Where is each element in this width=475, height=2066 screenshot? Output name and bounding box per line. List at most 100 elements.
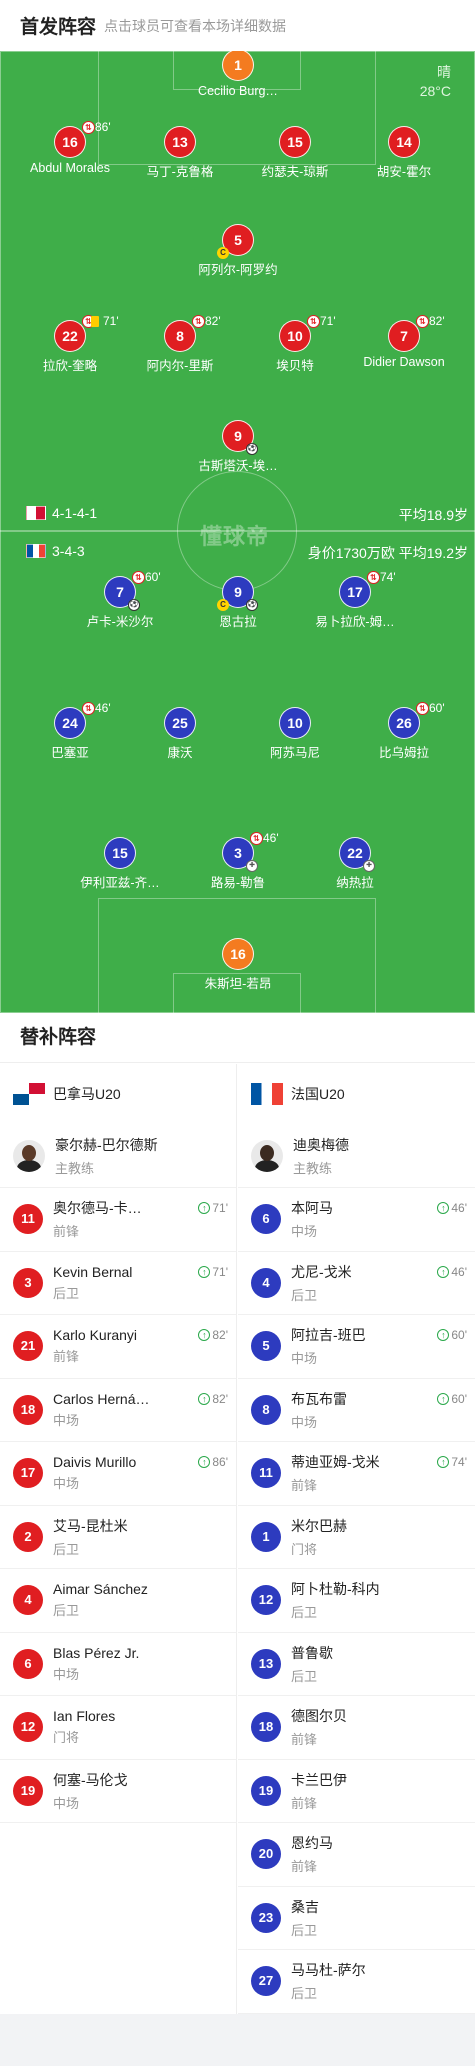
sub-player-row[interactable]: 23 桑吉 后卫 [238,1887,475,1950]
sub-player-row[interactable]: 6 本阿马 中场 ↑ 46' [238,1188,475,1252]
france-flag-icon [251,1083,283,1105]
home-team-info: 平均18.9岁 [398,507,468,523]
away-player-5[interactable]: 25 康沃 [125,707,235,761]
substitution-in: ↑ 71' [198,1201,228,1215]
pitch: 晴 28°C 懂球帝 4-1-4-1 平均18.9岁 3-4-3 身价1730万… [0,51,475,1013]
sub-player-row[interactable]: 20 恩约马 前锋 [238,1823,475,1887]
substitution-out-icon: ⇅ [367,571,380,584]
substitution-minute: 71' [212,1264,228,1279]
home-player-10[interactable]: 7 ⇅ 82' Didier Dawson [349,314,459,369]
away-team-name: 法国U20 [291,1086,345,1102]
player-number: 18 [13,1394,43,1425]
sub-player-row[interactable]: 8 布瓦布雷 中场 ↑ 60' [238,1379,475,1442]
player-number: 10 ⇅ 71' [279,314,336,352]
substitutes-title: 替补阵容 [0,1013,475,1063]
away-player-9[interactable]: 3 ⇅ 46' ✚ 路易-勒鲁 [183,831,293,891]
away-player-7[interactable]: 26 ⇅ 60' 比乌姆拉 [349,701,459,761]
substitution-minute: 74' [380,570,396,584]
lineup-header: 首发阵容 点击球员可查看本场详细数据 [0,0,475,51]
home-player-4[interactable]: 15 约瑟夫-琼斯 [240,126,350,180]
home-player-1[interactable]: 1 Cecilio Burg… [183,51,293,98]
player-name: 恩古拉 [219,615,257,629]
substitution-out-icon: ⇅ [82,702,95,715]
home-team-name: 巴拿马U20 [53,1086,121,1102]
away-player-4[interactable]: 24 ⇅ 46' 巴塞亚 [15,701,125,761]
substitution-in: ↑ 82' [198,1392,228,1406]
player-name: 约瑟夫-琼斯 [261,165,329,179]
sub-player-row[interactable]: 6 Blas Pérez Jr. 中场 [0,1633,236,1696]
sub-player-row[interactable]: 18 德图尔贝 前锋 [238,1696,475,1760]
substitution-in-icon: ↑ [437,1456,450,1468]
sub-player-row[interactable]: 21 Karlo Kuranyi 前锋 ↑ 82' [0,1315,236,1379]
home-player-9[interactable]: 10 ⇅ 71' 埃贝特 [240,314,350,374]
substitutes-section: 替补阵容 巴拿马U20 豪尔赫-巴尔德斯 主教练 11 奥尔德马-卡… 前锋 ↑ 71'… [0,1013,475,2014]
away-player-1[interactable]: 7 ⇅ 60' ⚽ 卢卡-米沙尔 [65,570,175,630]
substitution-in: ↑ 46' [437,1201,467,1215]
away-player-8[interactable]: 15 伊利亚兹-齐… [65,837,175,891]
captain-icon: C [217,599,229,611]
substitution-out-icon: ⇅ [416,315,429,328]
sub-player-row[interactable]: 13 普鲁歇 后卫 [238,1633,475,1696]
substitution-minute: 86' [95,120,111,134]
home-subs-column: 巴拿马U20 豪尔赫-巴尔德斯 主教练 11 奥尔德马-卡… 前锋 ↑ 71' 3 Kevi… [0,1064,237,2014]
sub-player-row[interactable]: 17 Daivis Murillo 中场 ↑ 86' [0,1442,236,1506]
sub-player-row[interactable]: 19 卡兰巴伊 前锋 [238,1760,475,1823]
away-player-10[interactable]: 22 ✚ 纳热拉 [300,837,410,891]
sub-player-row[interactable]: 4 Aimar Sánchez 后卫 [0,1569,236,1633]
away-formation: 3-4-3 [26,543,85,559]
substitution-in-icon: ↑ [437,1392,450,1405]
player-name: 比乌姆拉 [378,746,429,760]
sub-player-row[interactable]: 18 Carlos Herná… 中场 ↑ 82' [0,1379,236,1442]
sub-player-row[interactable]: 2 艾马-昆杜米 后卫 [0,1506,236,1569]
player-number: 11 [251,1458,281,1489]
sub-player-row[interactable]: 11 蒂迪亚姆-戈米 前锋 ↑ 74' [238,1442,475,1506]
sub-player-row[interactable]: 5 阿拉吉-班巴 中场 ↑ 60' [238,1315,475,1379]
player-number: 13 [164,126,196,158]
sub-player-row[interactable]: 12 阿卜杜勒-科内 后卫 [238,1569,475,1633]
player-number: 24 ⇅ 46' [54,701,111,739]
away-player-2[interactable]: 9 C ⚽ 恩古拉 [183,576,293,630]
substitution-in: ↑ 82' [198,1328,228,1342]
player-number: 23 [251,1902,281,1933]
home-player-7[interactable]: 22 ⇅ 71' 拉欣-奎略 [15,314,125,374]
home-coach[interactable]: 豪尔赫-巴尔德斯 主教练 [0,1124,236,1188]
home-player-8[interactable]: 8 ⇅ 82' 阿内尔-里斯 [125,314,235,374]
home-player-5[interactable]: 14 胡安-霍尔 [349,126,459,180]
sub-player-row[interactable]: 12 Ian Flores 门将 [0,1696,236,1760]
player-number: 8 ⇅ 82' [164,314,221,352]
player-position: 后卫 [53,1541,80,1557]
player-name: Kevin Bernal [53,1263,133,1280]
player-name: Didier Dawson [363,355,445,369]
away-player-3[interactable]: 17 ⇅ 74' 易卜拉欣-姆… [300,570,410,630]
away-player-6[interactable]: 10 阿苏马尼 [240,707,350,761]
injury-icon: ✚ [363,860,375,872]
sub-player-row[interactable]: 3 Kevin Bernal 后卫 ↑ 71' [0,1252,236,1315]
substitution-minute: 74' [451,1455,467,1469]
coach-name: 迪奥梅德 [293,1136,349,1153]
away-player-11[interactable]: 16 朱斯坦-若昂 [183,938,293,992]
home-player-11[interactable]: 9 ⚽ 古斯塔沃-埃… [183,420,293,474]
player-number: 1 [222,51,254,81]
home-player-2[interactable]: 16 ⇅ 86' Abdul Morales [15,120,125,175]
player-position: 后卫 [291,1605,318,1621]
away-coach[interactable]: 迪奥梅德 主教练 [238,1124,475,1188]
player-position: 后卫 [291,1922,318,1938]
substitution-in-icon: ↑ [198,1456,211,1468]
substitution-out-icon: ⇅ [192,315,205,328]
player-name: 阿内尔-里斯 [146,359,214,373]
player-name: 胡安-霍尔 [376,165,432,179]
sub-player-row[interactable]: 1 米尔巴赫 门将 [238,1506,475,1569]
sub-player-row[interactable]: 27 马马杜-萨尔 后卫 [238,1950,475,2014]
home-player-3[interactable]: 13 马丁-克鲁格 [125,126,235,180]
home-formation: 4-1-4-1 [26,505,97,521]
player-position: 后卫 [291,1287,318,1303]
home-player-6[interactable]: 5 C 阿列尔-阿罗约 [183,224,293,278]
player-number: 19 [251,1775,281,1806]
player-number: 9 ⚽ [222,420,258,455]
sub-player-row[interactable]: 4 尤尼-戈米 后卫 ↑ 46' [238,1252,475,1315]
panama-flag-icon [26,506,46,520]
sub-player-row[interactable]: 19 何塞-马伦戈 中场 [0,1760,236,1823]
away-team-info: 身价1730万欧 平均19.2岁 [307,545,468,561]
sub-player-row[interactable]: 11 奥尔德马-卡… 前锋 ↑ 71' [0,1188,236,1252]
lineup-hint: 点击球员可查看本场详细数据 [104,17,287,34]
